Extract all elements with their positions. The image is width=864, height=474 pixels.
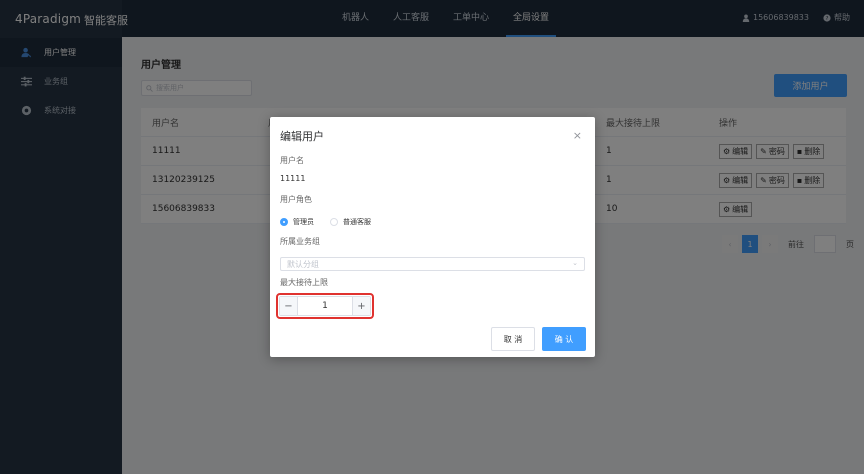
edit-user-dialog: 编辑用户 × 用户名 11111 用户角色 管理员 普通客服 所属业务组 默认分… [270, 117, 595, 357]
group-select[interactable]: 默认分组 ⌄ [280, 257, 585, 271]
max-label: 最大接待上限 [280, 278, 328, 287]
radio-admin[interactable]: 管理员 [280, 217, 314, 227]
radio-agent[interactable]: 普通客服 [330, 217, 371, 227]
username-value: 11111 [280, 174, 306, 183]
radio-label: 管理员 [293, 218, 314, 226]
role-label: 用户角色 [280, 195, 312, 204]
group-placeholder: 默认分组 [287, 259, 319, 269]
group-label: 所属业务组 [280, 237, 320, 246]
dialog-title: 编辑用户 [280, 130, 324, 143]
radio-dot [330, 218, 338, 226]
radio-dot [280, 218, 288, 226]
username-label: 用户名 [280, 156, 304, 165]
role-radio-group: 管理员 普通客服 [280, 217, 371, 227]
cancel-button[interactable]: 取 消 [491, 327, 535, 351]
chevron-down-icon: ⌄ [572, 259, 578, 267]
max-value[interactable]: 1 [298, 301, 352, 311]
close-icon[interactable]: × [573, 129, 582, 142]
decrement-button[interactable]: − [280, 297, 298, 315]
max-quantity-stepper[interactable]: − 1 + [279, 296, 371, 316]
confirm-button[interactable]: 确 认 [542, 327, 586, 351]
increment-button[interactable]: + [352, 297, 370, 315]
radio-label: 普通客服 [343, 218, 371, 226]
